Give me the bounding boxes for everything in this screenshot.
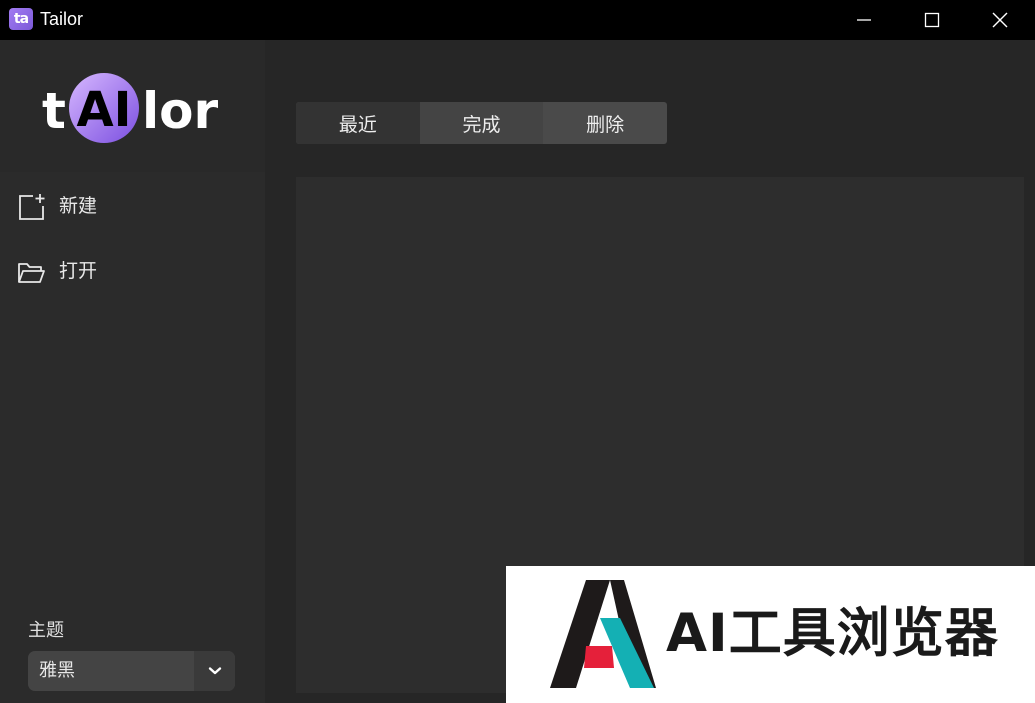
theme-label: 主题: [28, 620, 64, 641]
minimize-button[interactable]: [830, 0, 898, 40]
folder-open-icon: [18, 263, 45, 283]
title-bar: ta Tailor: [0, 0, 1035, 40]
tab-deleted[interactable]: 删除: [543, 102, 667, 144]
app-icon: ta: [9, 8, 33, 30]
new-file-icon: [19, 194, 45, 220]
theme-select-toggle[interactable]: [194, 651, 235, 691]
sidebar-item-open[interactable]: 打开: [0, 247, 265, 295]
watermark-logo: [550, 580, 656, 688]
watermark: AI工具浏览器: [506, 566, 1035, 703]
tab-recent[interactable]: 最近: [296, 102, 420, 144]
sidebar-item-label: 新建: [59, 195, 98, 217]
theme-select-value: 雅黑: [39, 660, 75, 681]
maximize-icon: [924, 12, 940, 28]
logo-panel: t AI lor: [0, 40, 265, 172]
window-title: Tailor: [40, 9, 84, 29]
tab-done[interactable]: 完成: [419, 102, 544, 144]
chevron-down-icon: [208, 667, 221, 675]
svg-text:t: t: [42, 82, 66, 140]
close-button[interactable]: [966, 0, 1034, 40]
minimize-icon: [857, 19, 871, 21]
sidebar-item-label: 打开: [59, 260, 98, 282]
svg-text:AI: AI: [76, 82, 131, 138]
maximize-button[interactable]: [898, 0, 966, 40]
close-icon: [992, 12, 1008, 28]
sidebar: t AI lor 新建 打开 主题 雅黑: [0, 40, 265, 703]
tab-bar: 最近 完成 删除: [296, 102, 667, 144]
svg-text:lor: lor: [142, 82, 218, 140]
tailor-logo: t AI lor: [42, 73, 218, 143]
watermark-text: AI工具浏览器: [666, 603, 999, 664]
sidebar-item-new[interactable]: 新建: [0, 182, 265, 230]
theme-select[interactable]: 雅黑: [28, 651, 235, 691]
